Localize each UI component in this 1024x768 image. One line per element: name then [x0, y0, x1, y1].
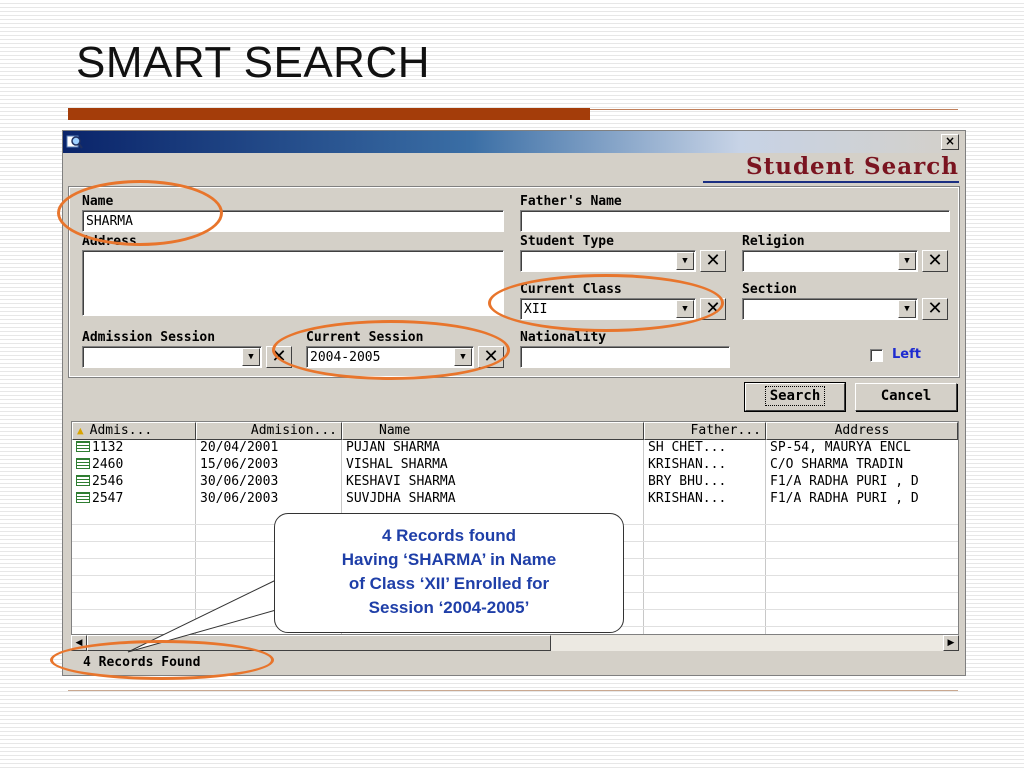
highlight-session-ellipse [272, 320, 510, 380]
highlight-class-ellipse [488, 274, 724, 332]
callout-line-2: Having ‘SHARMA’ in Name [341, 550, 557, 569]
highlight-name-ellipse [57, 180, 223, 246]
callout-line-4: Session ‘2004-2005’ [368, 598, 530, 617]
highlight-status-ellipse [50, 640, 274, 680]
callout-line-3: of Class ‘XII’ Enrolled for [348, 574, 550, 593]
callout-line-1: 4 Records found [381, 526, 517, 545]
annotation-callout: 4 Records found Having ‘SHARMA’ in Name … [274, 513, 624, 633]
